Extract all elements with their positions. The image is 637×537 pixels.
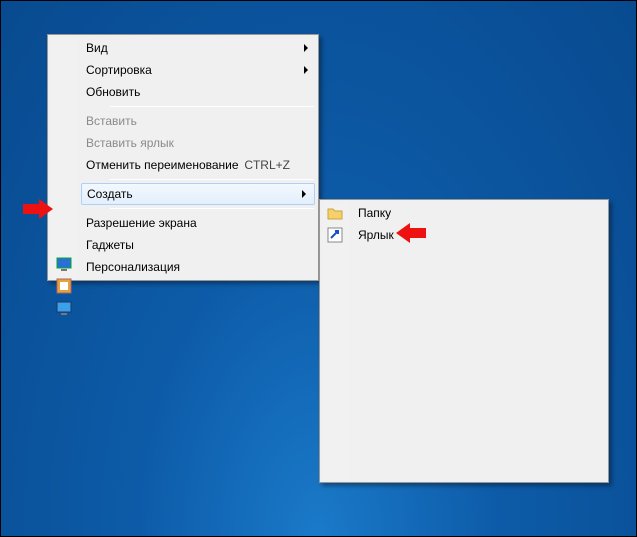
menu-label: Обновить	[86, 85, 140, 99]
menu-label: Сортировка	[86, 63, 152, 77]
menu-label: Гаджеты	[86, 238, 134, 252]
menu-label: Отменить переименование	[86, 158, 239, 172]
menu-separator	[110, 179, 314, 180]
menu-label: Вставить	[86, 114, 137, 128]
menu-separator	[110, 106, 314, 107]
menu-item-undo-rename[interactable]: Отменить переименование CTRL+Z	[80, 154, 316, 176]
submenu-label: Папку	[358, 206, 391, 220]
shortcut-icon	[327, 227, 343, 246]
menu-item-view[interactable]: Вид	[80, 37, 316, 59]
menu-icon-strip	[50, 37, 78, 278]
submenu-item-shortcut[interactable]: Ярлык	[352, 224, 606, 246]
menu-item-create[interactable]: Создать	[81, 183, 315, 205]
menu-label: Создать	[87, 187, 133, 201]
menu-label: Вид	[86, 41, 108, 55]
annotation-arrow-create	[39, 199, 53, 219]
create-submenu: Папку Ярлык	[319, 199, 609, 483]
submenu-arrow-icon	[302, 190, 306, 198]
menu-label: Разрешение экрана	[86, 216, 197, 230]
menu-item-refresh[interactable]: Обновить	[80, 81, 316, 103]
menu-item-personalize[interactable]: Персонализация	[80, 256, 316, 278]
menu-shortcut-hint: CTRL+Z	[244, 158, 290, 172]
menu-separator	[110, 208, 314, 209]
menu-label: Вставить ярлык	[86, 136, 174, 150]
menu-item-screen-resolution[interactable]: Разрешение экрана	[80, 212, 316, 234]
desktop-context-menu: Вид Сортировка Обновить Вставить Вставит…	[47, 34, 319, 281]
screen-resolution-icon	[56, 256, 72, 272]
folder-icon	[327, 205, 343, 224]
personalize-icon	[56, 300, 72, 316]
submenu-arrow-icon	[304, 66, 308, 74]
submenu-arrow-icon	[304, 44, 308, 52]
gadgets-icon	[56, 278, 72, 294]
menu-item-sort[interactable]: Сортировка	[80, 59, 316, 81]
submenu-item-folder[interactable]: Папку	[352, 202, 606, 224]
menu-item-paste-shortcut: Вставить ярлык	[80, 132, 316, 154]
submenu-label: Ярлык	[358, 228, 394, 242]
menu-label: Персонализация	[86, 260, 180, 274]
menu-item-gadgets[interactable]: Гаджеты	[80, 234, 316, 256]
menu-item-paste: Вставить	[80, 110, 316, 132]
annotation-arrow-shortcut	[396, 223, 410, 243]
